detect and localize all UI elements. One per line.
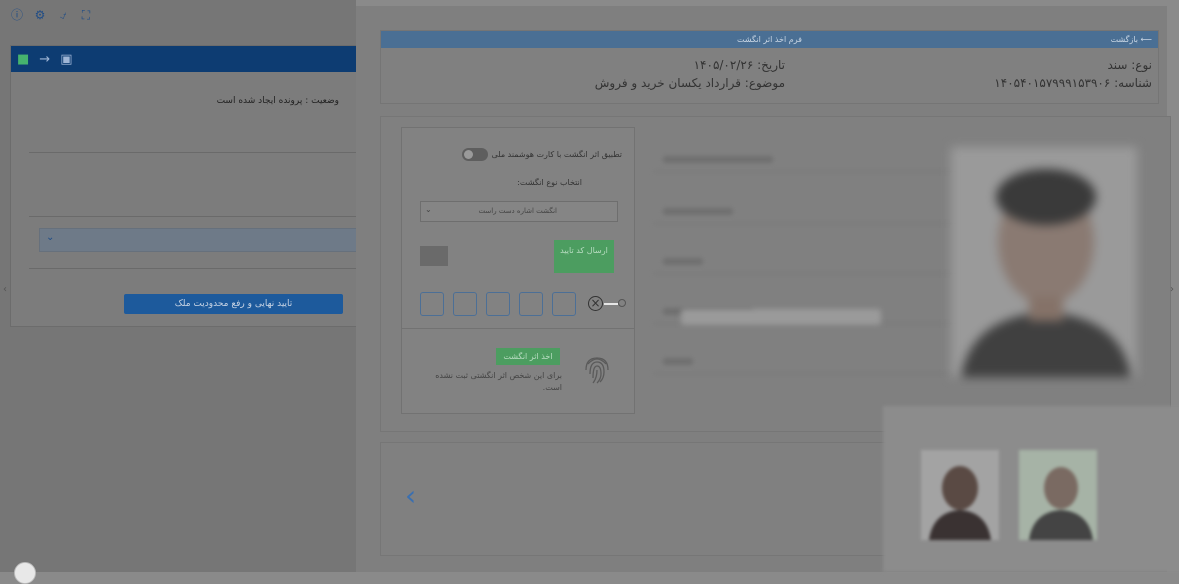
chat-badge-icon[interactable] (14, 562, 36, 584)
otp-inputs (420, 292, 576, 316)
chevron-left-icon: ‹ (3, 284, 7, 295)
header-card: فرم اخذ اثر انگشت ⟵ بازگشت نوع: سند شناس… (380, 30, 1159, 104)
blurred-field (653, 147, 953, 172)
otp-input[interactable] (552, 292, 576, 316)
left-select[interactable]: ⌄ (39, 228, 357, 252)
status-text: وضعیت : پرونده ایجاد شده است (216, 96, 339, 106)
modal-title: فرم اخذ اثر انگشت (737, 35, 802, 44)
save-icon[interactable]: ■ (17, 53, 29, 66)
close-icon[interactable]: × (588, 296, 603, 311)
resend-button[interactable] (420, 246, 448, 266)
blurred-field (653, 249, 953, 274)
no-fingerprint-text: برای این شخص اثر انگشتی ثبت نشده است. (435, 371, 562, 392)
gear-icon[interactable]: ⚙ (33, 8, 47, 22)
cursor-line (604, 303, 618, 305)
chevron-left-icon[interactable]: ‹ (405, 481, 416, 511)
doc-date: تاریخ: ۱۴۰۵/۰۲/۲۶ (693, 58, 785, 72)
fingerprint-icon (585, 357, 609, 384)
smart-card-toggle[interactable] (461, 148, 488, 161)
smart-card-toggle-row: تطبیق اثر انگشت با کارت هوشمند ملی (461, 148, 622, 161)
finger-type-value: انگشت اشاره دست راست (478, 207, 557, 215)
bell-icon[interactable]: ⍻ (56, 8, 70, 22)
back-link[interactable]: ⟵ بازگشت (1111, 31, 1152, 48)
fullscreen-icon[interactable]: ⛶ (79, 8, 93, 22)
otp-input[interactable] (420, 292, 444, 316)
doc-type: نوع: سند (1107, 58, 1152, 72)
otp-input[interactable] (486, 292, 510, 316)
main-card: تطبیق اثر انگشت با کارت هوشمند ملی انتخا… (380, 116, 1171, 432)
otp-input[interactable] (453, 292, 477, 316)
doc-subject: موضوع: قرارداد یکسان خرید و فروش (594, 76, 785, 90)
chevron-down-icon: ⌄ (46, 232, 55, 243)
arrow-right-icon[interactable]: → (39, 53, 50, 66)
fingerprint-panel: تطبیق اثر انگشت با کارت هوشمند ملی انتخا… (401, 127, 635, 414)
blurred-field (653, 349, 953, 374)
blurred-overlay (681, 309, 881, 325)
divider (29, 152, 357, 153)
final-approve-button[interactable]: تایید نهایی و رفع محدودیت ملک (124, 294, 343, 314)
chevron-right-icon: › (1170, 284, 1174, 295)
send-code-button[interactable]: ارسال کد تایید (554, 240, 614, 273)
top-icon-bar: ⓘ ⚙ ⍻ ⛶ (10, 8, 93, 22)
blurred-person-form (653, 137, 958, 387)
divider (402, 328, 634, 329)
left-toolbar: ■ → ▣ (11, 46, 357, 72)
chevron-down-icon: ⌄ (425, 205, 432, 214)
divider (29, 268, 357, 269)
smart-card-toggle-label: تطبیق اثر انگشت با کارت هوشمند ملی (491, 150, 622, 159)
cursor-dot (618, 299, 626, 307)
take-fingerprint-button[interactable]: اخذ اثر انگشت (496, 348, 560, 365)
person-photo (951, 147, 1137, 377)
fingerprint-modal: فرم اخذ اثر انگشت ⟵ بازگشت نوع: سند شناس… (356, 6, 1179, 572)
doc-id: شناسه: ۱۴۰۵۴۰۱۵۷۹۹۹۱۵۳۹۰۶ (994, 76, 1152, 90)
header-bar: فرم اخذ اثر انگشت ⟵ بازگشت (381, 31, 1158, 48)
help-icon[interactable]: ⓘ (10, 8, 24, 22)
background-app: ⓘ ⚙ ⍻ ⛶ ■ → ▣ وضعیت : پرونده ایجاد شده ا… (0, 0, 358, 584)
thumbnail-photo[interactable] (1019, 450, 1097, 540)
otp-input[interactable] (519, 292, 543, 316)
thumbnail-strip (883, 406, 1179, 572)
finger-type-select[interactable]: انگشت اشاره دست راست ⌄ (420, 201, 618, 222)
blurred-field (653, 199, 953, 224)
left-panel: ■ → ▣ وضعیت : پرونده ایجاد شده است ⌄ تای… (10, 45, 358, 327)
folder-icon[interactable]: ▣ (60, 53, 72, 66)
divider (29, 216, 357, 217)
finger-type-label: انتخاب نوع انگشت: (517, 178, 582, 187)
thumbnail-photo[interactable] (921, 450, 999, 540)
